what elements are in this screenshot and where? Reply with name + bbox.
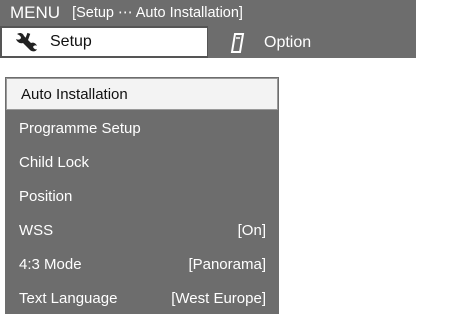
menu-item-wss[interactable]: WSS [On] bbox=[5, 213, 279, 247]
menu-item-4-3-mode[interactable]: 4:3 Mode [Panorama] bbox=[5, 247, 279, 281]
menu-item-auto-installation[interactable]: Auto Installation bbox=[6, 78, 278, 110]
menu-item-label: Position bbox=[19, 187, 73, 205]
menu-item-label: Auto Installation bbox=[21, 85, 128, 103]
menu-item-label: 4:3 Mode bbox=[19, 255, 82, 273]
tab-setup[interactable]: Setup bbox=[0, 26, 208, 58]
breadcrumb: [Setup ⋯ Auto Installation] bbox=[72, 5, 243, 21]
tab-option-label: Option bbox=[264, 33, 312, 51]
tab-bar: Setup Option bbox=[0, 26, 416, 58]
menu-item-label: Text Language bbox=[19, 289, 118, 307]
menu-item-position[interactable]: Position bbox=[5, 179, 279, 213]
menu-item-label: WSS bbox=[19, 221, 54, 239]
menu-title-bar: MENU [Setup ⋯ Auto Installation] bbox=[0, 0, 416, 26]
menu-item-value: [Panorama] bbox=[188, 255, 266, 273]
menu-item-text-language[interactable]: Text Language [West Europe] bbox=[5, 281, 279, 315]
tab-setup-label: Setup bbox=[50, 33, 92, 50]
menu-item-label: Child Lock bbox=[19, 153, 90, 171]
tab-option[interactable]: Option bbox=[208, 26, 416, 58]
menu-title: MENU bbox=[10, 3, 61, 22]
menu-item-value: [West Europe] bbox=[171, 289, 266, 307]
menu-item-programme-setup[interactable]: Programme Setup bbox=[5, 111, 279, 145]
menu-item-value: [On] bbox=[237, 221, 266, 239]
wrench-icon bbox=[14, 31, 40, 53]
menu-item-child-lock[interactable]: Child Lock bbox=[5, 145, 279, 179]
remote-icon bbox=[228, 32, 254, 54]
setup-menu-list: Auto Installation Programme Setup Child … bbox=[5, 77, 279, 314]
menu-item-label: Programme Setup bbox=[19, 119, 141, 137]
